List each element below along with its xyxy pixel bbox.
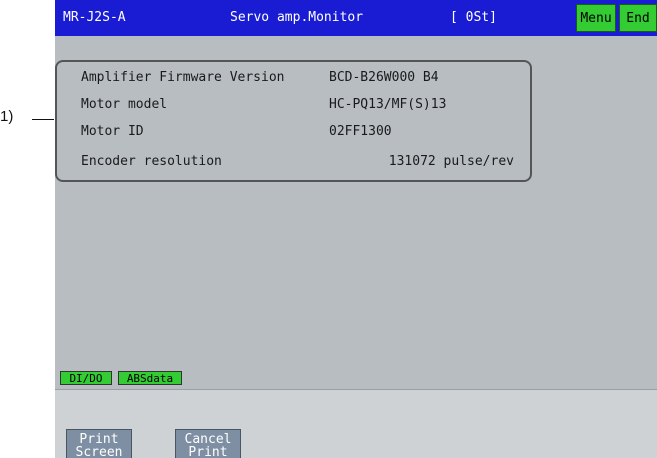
encoder-resolution-label: Encoder resolution xyxy=(81,154,222,169)
footer-bar: Print Screen Cancel Print xyxy=(55,389,657,458)
end-button[interactable]: End xyxy=(619,4,657,32)
callout-line xyxy=(32,119,54,120)
firmware-version-label: Amplifier Firmware Version xyxy=(81,70,285,85)
servo-monitor-screen: MR-J2S-A Servo amp.Monitor [ 0St] Menu E… xyxy=(55,0,657,458)
screen-title: Servo amp.Monitor xyxy=(230,10,364,25)
motor-model-label: Motor model xyxy=(81,97,168,112)
motor-model-value: HC-PQ13/MF(S)13 xyxy=(329,97,447,112)
encoder-resolution-value: 131072 pulse/rev xyxy=(388,154,514,169)
menu-button[interactable]: Menu xyxy=(576,4,616,32)
amplifier-info-panel: Amplifier Firmware Version BCD-B26W000 B… xyxy=(55,60,532,182)
motor-id-value: 02FF1300 xyxy=(329,124,392,139)
cancel-print-line2: Print xyxy=(188,445,228,458)
cancel-print-button[interactable]: Cancel Print xyxy=(175,429,241,458)
print-screen-line2: Screen xyxy=(75,445,123,458)
title-bar: MR-J2S-A Servo amp.Monitor [ 0St] Menu E… xyxy=(55,0,657,36)
model-name: MR-J2S-A xyxy=(63,10,126,25)
absdata-button[interactable]: ABSdata xyxy=(118,371,182,385)
station-status: [ 0St] xyxy=(450,10,497,25)
firmware-version-value: BCD-B26W000 B4 xyxy=(329,70,439,85)
motor-id-label: Motor ID xyxy=(81,124,144,139)
print-screen-button[interactable]: Print Screen xyxy=(66,429,132,458)
callout-label: 1) xyxy=(0,108,14,125)
dido-button[interactable]: DI/DO xyxy=(60,371,112,385)
